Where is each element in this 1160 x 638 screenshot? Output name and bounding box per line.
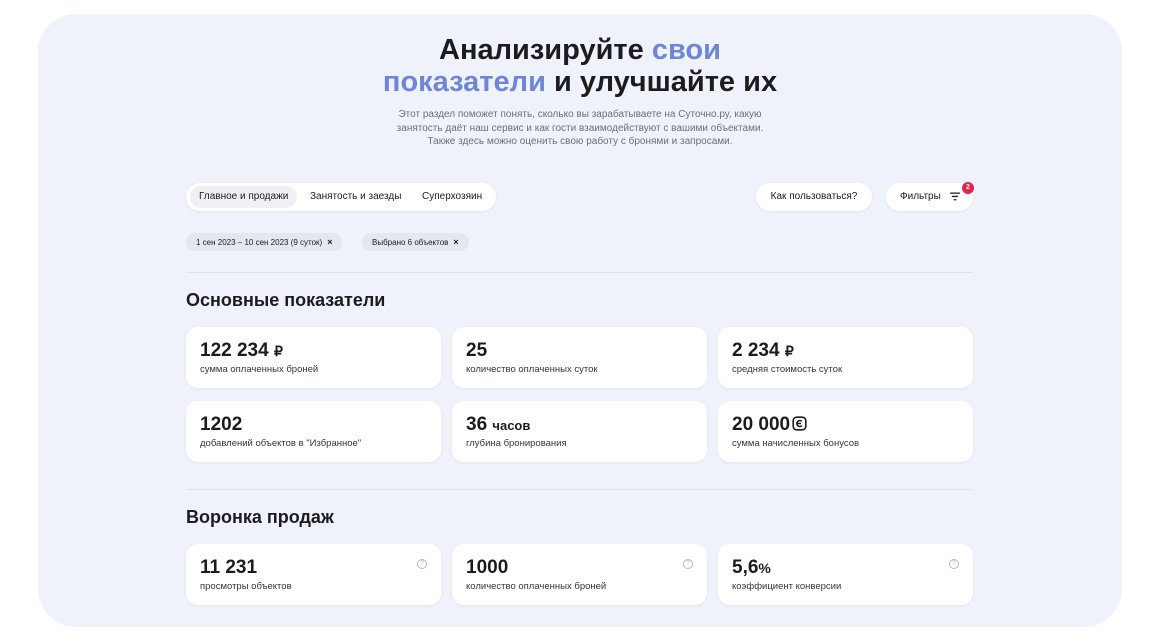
filters-button[interactable]: Фильтры 2 — [886, 182, 974, 211]
metric-value: 2 234 ₽ — [732, 340, 794, 361]
section-tabs: Главное и продажи Занятость и заезды Суп… — [186, 183, 496, 211]
help-icon[interactable]: ? — [683, 559, 693, 569]
how-to-use-button[interactable]: Как пользоваться? — [756, 183, 872, 211]
metric-value: 11 231 — [200, 557, 258, 578]
funnel-card: 11 231 просмотры объектов ? — [186, 544, 441, 605]
metric-label: средняя стоимость суток — [732, 364, 843, 375]
metric-label: количество оплаченных броней — [466, 581, 607, 592]
metric-value: 36 часов — [466, 414, 531, 435]
divider — [186, 489, 973, 490]
page-subtitle: Этот раздел поможет понять, сколько вы з… — [0, 108, 1160, 149]
metric-card: 20 000 сумма начисленных бонусов — [718, 401, 973, 462]
objects-chip[interactable]: Выбрано 6 объектов × — [362, 233, 469, 251]
close-icon[interactable]: × — [327, 237, 332, 247]
bonus-coin-icon — [792, 416, 807, 431]
filters-label: Фильтры — [900, 191, 941, 202]
metric-label: добавлений объектов в "Избранное" — [200, 438, 362, 449]
metric-value: 1000 — [466, 557, 509, 578]
chip-label: Выбрано 6 объектов — [372, 238, 449, 247]
close-icon[interactable]: × — [453, 237, 458, 247]
date-range-chip[interactable]: 1 сен 2023 – 10 сен 2023 (9 суток) × — [186, 233, 343, 251]
filter-icon — [950, 192, 960, 201]
title-part-2: свои — [651, 34, 721, 66]
main-metrics-title: Основные показатели — [186, 290, 386, 310]
percent-sign: % — [758, 560, 771, 576]
subtitle-line: занятость даёт наш сервис и как гости вз… — [396, 122, 764, 134]
title-part-4: и улучшайте их — [545, 66, 778, 98]
metric-value: 25 — [466, 340, 488, 361]
page-title: Анализируйте свои показатели и улучшайте… — [0, 34, 1160, 98]
metric-value: 5,6% — [732, 557, 771, 578]
metric-label: просмотры объектов — [200, 581, 292, 592]
funnel-card: 5,6% коэффициент конверсии ? — [718, 544, 973, 605]
metric-card: 2 234 ₽ средняя стоимость суток — [718, 327, 973, 388]
metric-label: сумма начисленных бонусов — [732, 438, 860, 449]
metric-card: 36 часов глубина бронирования — [452, 401, 707, 462]
metric-card: 122 234 ₽ сумма оплаченных броней — [186, 327, 441, 388]
title-part-3: показатели — [382, 66, 546, 98]
metric-value: 1202 — [200, 414, 243, 435]
metric-card: 25 количество оплаченных суток — [452, 327, 707, 388]
help-icon[interactable]: ? — [417, 559, 427, 569]
subtitle-line: Этот раздел поможет понять, сколько вы з… — [398, 109, 762, 120]
help-icon[interactable]: ? — [949, 559, 959, 569]
title-part-1: Анализируйте — [439, 34, 652, 66]
page-panel — [38, 14, 1122, 627]
metric-card: 1202 добавлений объектов в "Избранное" — [186, 401, 441, 462]
tab-main-sales[interactable]: Главное и продажи — [190, 186, 298, 208]
metric-unit: часов — [492, 418, 531, 433]
chip-label: 1 сен 2023 – 10 сен 2023 (9 суток) — [196, 238, 323, 247]
tab-superhost[interactable]: Суперхозяин — [413, 186, 491, 208]
metric-label: коэффициент конверсии — [732, 581, 842, 592]
funnel-title: Воронка продаж — [186, 507, 334, 527]
metric-value: 20 000 — [732, 414, 807, 436]
metric-label: количество оплаченных суток — [466, 364, 598, 375]
ruble-sign: ₽ — [784, 343, 794, 359]
subtitle-line: Также здесь можно оценить свою работу с … — [427, 136, 733, 147]
funnel-card: 1000 количество оплаченных броней ? — [452, 544, 707, 605]
metric-label: глубина бронирования — [466, 438, 567, 449]
filters-count-badge: 2 — [962, 182, 974, 194]
metric-value: 122 234 ₽ — [200, 340, 283, 361]
ruble-sign: ₽ — [273, 343, 283, 359]
tab-occupancy[interactable]: Занятость и заезды — [301, 186, 410, 208]
metric-label: сумма оплаченных броней — [200, 364, 319, 375]
divider — [186, 272, 973, 273]
